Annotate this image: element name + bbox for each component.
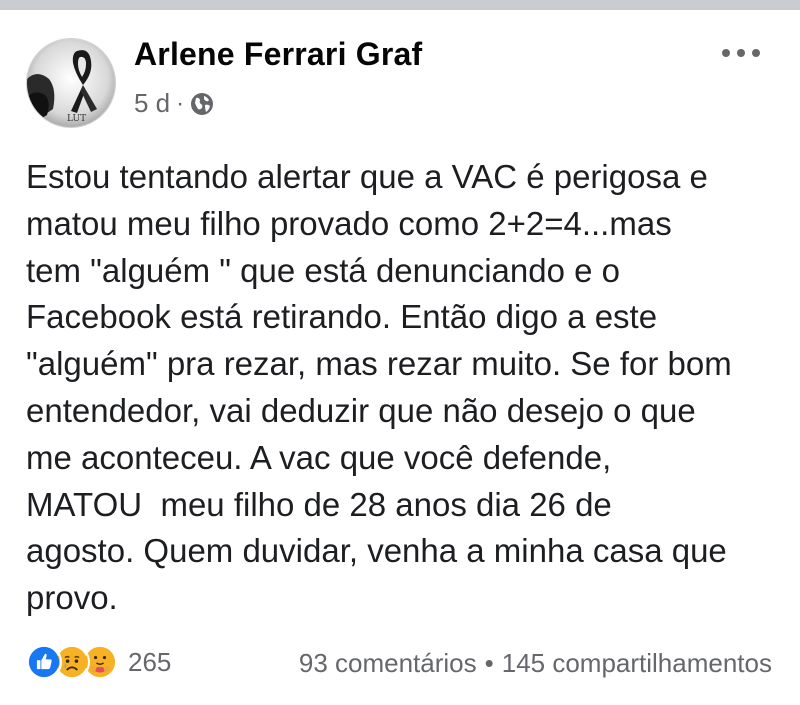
- top-divider-strip: [0, 0, 800, 10]
- mourning-ribbon-image: LUT: [27, 39, 115, 127]
- post-body-text: Estou tentando alertar que a VAC é perig…: [26, 158, 732, 617]
- shares-count-link[interactable]: 145 compartilhamentos: [502, 648, 772, 679]
- comments-count-link[interactable]: 93 comentários: [299, 648, 477, 679]
- stats-separator: •: [484, 648, 494, 678]
- more-dot: [722, 49, 730, 57]
- post-meta: 5 d ·: [134, 88, 214, 119]
- engagement-stats: 93 comentários • 145 compartilhamentos: [299, 648, 772, 679]
- more-options-icon[interactable]: [722, 40, 760, 66]
- like-icon: [26, 644, 62, 680]
- reactions-summary[interactable]: 265: [26, 644, 171, 680]
- post-timestamp[interactable]: 5 d: [134, 88, 170, 119]
- reaction-count: 265: [128, 646, 172, 677]
- avatar[interactable]: LUT: [26, 38, 116, 128]
- more-dot: [737, 49, 745, 57]
- more-dot: [752, 49, 760, 57]
- author-name[interactable]: Arlene Ferrari Graf: [134, 36, 422, 73]
- reaction-icons: [26, 644, 118, 680]
- globe-icon[interactable]: [190, 92, 214, 116]
- svg-text:LUT: LUT: [67, 114, 86, 124]
- meta-separator: ·: [176, 89, 185, 117]
